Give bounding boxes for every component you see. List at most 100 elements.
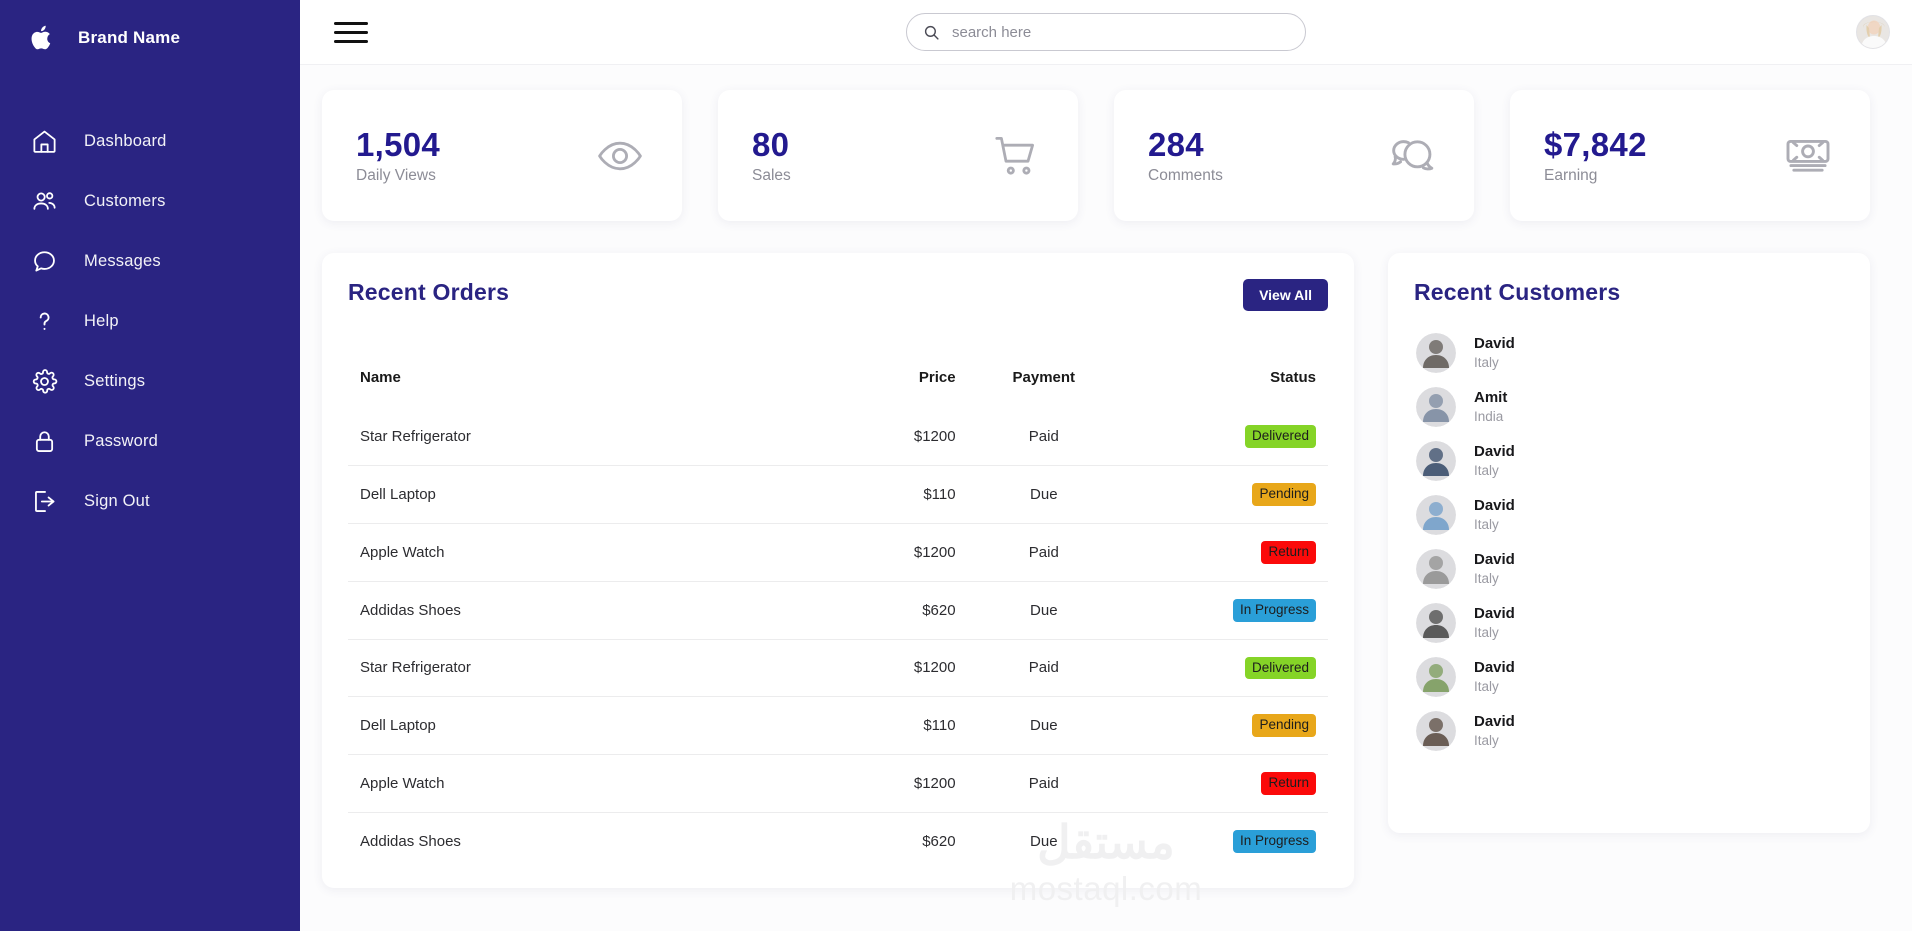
list-item[interactable]: DavidItaly	[1414, 326, 1844, 380]
customer-text: DavidItaly	[1474, 442, 1515, 481]
list-item[interactable]: David Italy	[1414, 650, 1844, 704]
cell-name: Star Refrigerator	[348, 408, 799, 465]
cell-price: $110	[799, 465, 956, 523]
status-badge: Return	[1261, 541, 1316, 564]
cell-status: In Progress	[1132, 813, 1328, 870]
customer-country: Italy	[1474, 570, 1515, 588]
avatar	[1416, 711, 1456, 751]
sidebar-item-label: Help	[84, 312, 119, 331]
list-item[interactable]: DavidItaly	[1414, 542, 1844, 596]
cell-payment: Due	[956, 465, 1132, 523]
avatar	[1416, 441, 1456, 481]
cell-payment: Paid	[956, 408, 1132, 465]
status-badge: Pending	[1252, 483, 1316, 506]
table-row[interactable]: Apple Watch$1200PaidReturn	[348, 755, 1328, 813]
stat-value: 284	[1148, 126, 1223, 164]
search-input[interactable]	[952, 24, 1289, 41]
avatar	[1416, 549, 1456, 589]
stat-cards: 1,504 Daily Views 80 Sales	[300, 65, 1912, 221]
sidebar-item-label: Dashboard	[84, 132, 167, 151]
sidebar-item-label: Messages	[84, 252, 161, 271]
cell-payment: Paid	[956, 523, 1132, 581]
stat-card-sales[interactable]: 80 Sales	[718, 90, 1078, 221]
cell-name: Apple Watch	[348, 755, 799, 813]
customer-text: DavidItaly	[1474, 496, 1515, 535]
main-content: 1,504 Daily Views 80 Sales	[300, 0, 1912, 931]
status-badge: Delivered	[1245, 657, 1316, 680]
avatar	[1416, 495, 1456, 535]
sidebar-nav: Dashboard Customers	[0, 111, 300, 531]
cell-name: Apple Watch	[348, 523, 799, 581]
customers-list: DavidItalyAmitIndiaDavidItalyDavidItalyD…	[1414, 326, 1844, 758]
table-row[interactable]: Dell Laptop$110DuePending	[348, 465, 1328, 523]
user-avatar[interactable]	[1856, 15, 1890, 49]
sidebar-item-customers[interactable]: Customers	[0, 171, 300, 231]
cell-payment: Paid	[956, 755, 1132, 813]
customer-text: DavidItaly	[1474, 550, 1515, 589]
list-item[interactable]: DavidItaly	[1414, 596, 1844, 650]
stat-label: Earning	[1544, 167, 1647, 185]
sidebar-item-sign-out[interactable]: Sign Out	[0, 471, 300, 531]
avatar	[1416, 603, 1456, 643]
customer-country: Italy	[1474, 732, 1515, 750]
sidebar-item-label: Password	[84, 432, 158, 451]
customer-text: DavidItaly	[1474, 604, 1515, 643]
recent-orders-header: Recent Orders View All	[348, 279, 1328, 311]
stat-label: Daily Views	[356, 167, 440, 185]
home-icon	[28, 125, 60, 157]
cell-price: $1200	[799, 639, 956, 697]
orders-table-body: Star Refrigerator$1200PaidDeliveredDell …	[348, 408, 1328, 870]
customer-text: DavidItaly	[1474, 712, 1515, 751]
customer-name: David	[1474, 659, 1515, 676]
stat-value: 80	[752, 126, 791, 164]
customer-country: Italy	[1474, 516, 1515, 534]
list-item[interactable]: AmitIndia	[1414, 380, 1844, 434]
sidebar-item-dashboard[interactable]: Dashboard	[0, 111, 300, 171]
stat-card-daily-views[interactable]: 1,504 Daily Views	[322, 90, 682, 221]
customer-country: Italy	[1474, 624, 1515, 642]
page-title: Recent Orders	[348, 279, 509, 306]
brand[interactable]: Brand Name	[0, 10, 300, 66]
table-row[interactable]: Star Refrigerator$1200PaidDelivered	[348, 639, 1328, 697]
stat-text: 284 Comments	[1148, 126, 1223, 186]
list-item[interactable]: DavidItaly	[1414, 488, 1844, 542]
cell-price: $1200	[799, 755, 956, 813]
cell-price: $110	[799, 697, 956, 755]
stat-card-earning[interactable]: $7,842 Earning	[1510, 90, 1870, 221]
cell-payment: Due	[956, 581, 1132, 639]
list-item[interactable]: DavidItaly	[1414, 434, 1844, 488]
money-icon	[1782, 130, 1834, 182]
table-row[interactable]: Dell Laptop$110DuePending	[348, 697, 1328, 755]
view-all-button[interactable]: View All	[1243, 279, 1328, 311]
table-row[interactable]: Addidas Shoes$620DueIn Progress	[348, 581, 1328, 639]
cell-status: Pending	[1132, 697, 1328, 755]
users-icon	[28, 185, 60, 217]
customer-country: Italy	[1474, 354, 1515, 372]
cell-payment: Paid	[956, 639, 1132, 697]
table-row[interactable]: Star Refrigerator$1200PaidDelivered	[348, 408, 1328, 465]
sidebar-item-password[interactable]: Password	[0, 411, 300, 471]
sidebar-item-help[interactable]: Help	[0, 291, 300, 351]
sidebar-item-messages[interactable]: Messages	[0, 231, 300, 291]
status-badge: In Progress	[1233, 599, 1316, 622]
search-box[interactable]	[906, 13, 1306, 51]
customer-name: David	[1474, 443, 1515, 460]
customer-country: Italy	[1474, 678, 1515, 696]
table-row[interactable]: Addidas Shoes$620DueIn Progress	[348, 813, 1328, 870]
table-row[interactable]: Apple Watch$1200PaidReturn	[348, 523, 1328, 581]
stat-card-comments[interactable]: 284 Comments	[1114, 90, 1474, 221]
cell-payment: Due	[956, 697, 1132, 755]
column-header-payment: Payment	[956, 369, 1132, 408]
cell-name: Addidas Shoes	[348, 581, 799, 639]
stat-text: $7,842 Earning	[1544, 126, 1647, 186]
customer-country: India	[1474, 408, 1507, 426]
list-item[interactable]: DavidItaly	[1414, 704, 1844, 758]
cell-name: Addidas Shoes	[348, 813, 799, 870]
sidebar-item-label: Customers	[84, 192, 166, 211]
stat-value: $7,842	[1544, 126, 1647, 164]
sidebar-item-settings[interactable]: Settings	[0, 351, 300, 411]
hamburger-icon[interactable]	[334, 19, 368, 45]
avatar	[1416, 657, 1456, 697]
orders-table: Name Price Payment Status Star Refrigera…	[348, 369, 1328, 870]
table-header-row: Name Price Payment Status	[348, 369, 1328, 408]
